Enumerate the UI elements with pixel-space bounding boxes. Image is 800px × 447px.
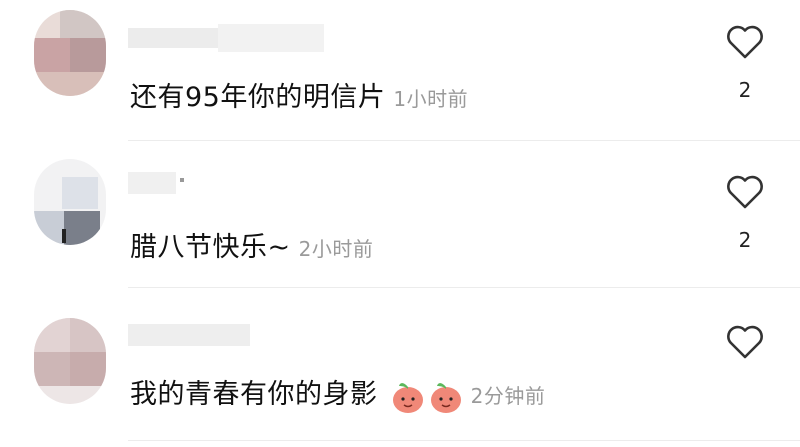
comment-time: 2分钟前 [470,384,546,408]
username[interactable] [128,322,250,348]
comment-body: 还有95年你的明信片 [130,82,386,113]
comment-text: 我的青春有你的身影 2分钟前 [130,372,545,414]
comment-time: 2小时前 [298,237,374,261]
like-count: 2 [738,78,752,102]
comment-text: 腊八节快乐~ 2小时前 [130,225,373,264]
like-count: 2 [738,228,752,252]
comment-time: 1小时前 [393,87,469,111]
avatar[interactable] [34,10,106,96]
like-button[interactable]: 2 [722,174,768,252]
peach-face-emoji [430,382,461,413]
heart-outline-icon[interactable] [725,324,765,360]
divider [128,440,800,441]
avatar[interactable] [34,318,106,404]
heart-outline-icon[interactable] [725,24,765,60]
comment-item: 我的青春有你的身影 2分钟前 [0,288,800,447]
heart-outline-icon[interactable] [725,174,765,210]
comment-body: 我的青春有你的身影 [130,379,378,410]
like-button[interactable] [722,324,768,360]
peach-face-emoji [392,382,423,413]
like-button[interactable]: 2 [722,24,768,102]
username[interactable] [128,172,188,194]
comment-item: 还有95年你的明信片 1小时前 2 [0,0,800,140]
comment-item: 腊八节快乐~ 2小时前 2 [0,141,800,287]
avatar[interactable] [34,159,106,245]
comment-text: 还有95年你的明信片 1小时前 [130,75,468,114]
comment-body: 腊八节快乐~ [130,232,291,263]
username[interactable] [128,24,324,52]
